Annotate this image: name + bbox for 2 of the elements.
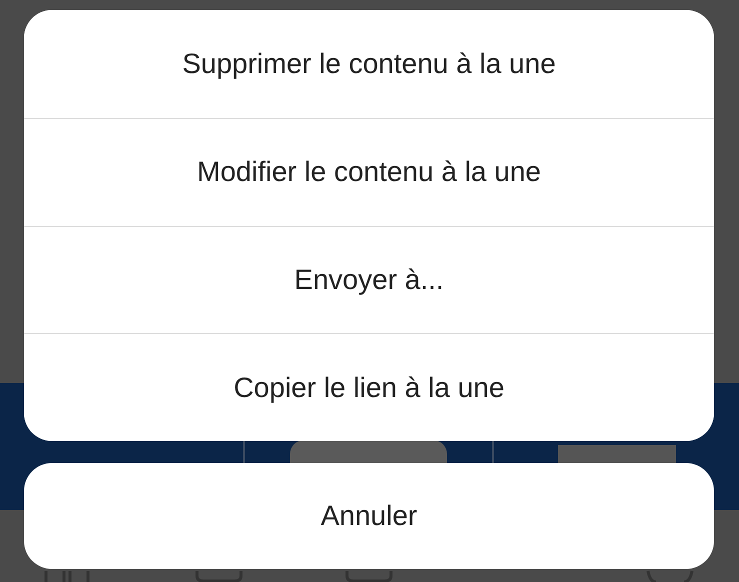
cancel-button[interactable]: Annuler bbox=[24, 463, 714, 569]
action-item[interactable]: Copier le lien à la une bbox=[24, 333, 714, 441]
